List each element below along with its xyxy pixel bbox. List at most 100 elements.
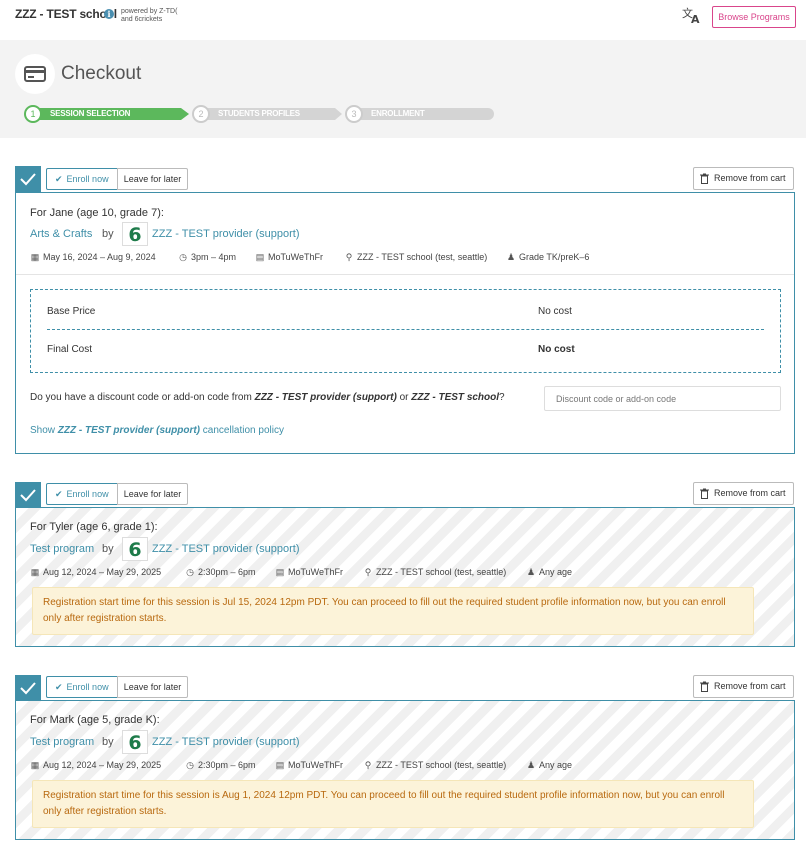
credit-card-icon: [24, 66, 46, 82]
calendar-check-icon: ▤: [255, 252, 265, 262]
provider-logo-glyph: 6: [128, 539, 142, 561]
student-name: Jane: [49, 207, 74, 219]
session-3-card: For Mark (age 5, grade K): Test program …: [15, 700, 795, 840]
session-1-select-checkbox[interactable]: [15, 166, 41, 192]
by-label: by: [102, 736, 114, 748]
powered-line-1: powered by Z-TD(: [121, 8, 178, 15]
discount-q-prefix: Do you have a discount code or add-on co…: [30, 392, 255, 403]
session-time: ◷ 2:30pm – 6pm: [185, 567, 255, 578]
session-2-card: For Tyler (age 6, grade 1): Test program…: [15, 507, 795, 647]
checkout-header: [0, 40, 806, 138]
svg-text:A: A: [691, 13, 700, 24]
provider-logo-glyph: 6: [128, 732, 142, 754]
session-days: ▤ MoTuWeThFr: [275, 567, 343, 578]
provider-logo[interactable]: 6: [122, 537, 148, 561]
session-time-text: 2:30pm – 6pm: [198, 760, 256, 770]
enroll-now-label: Enroll now: [66, 489, 109, 499]
translate-icon[interactable]: 文 A: [681, 6, 703, 24]
top-bar: ZZZ - TEST school i powered by Z-TD( and…: [0, 0, 806, 40]
discount-q-or: or: [396, 392, 412, 403]
session-dates-text: Aug 12, 2024 – May 29, 2025: [43, 760, 162, 770]
checkmark-icon: [20, 173, 36, 186]
student-detail: (age 6, grade 1):: [73, 521, 158, 533]
session-1-enroll-now-button[interactable]: ✔ Enroll now: [46, 168, 118, 190]
student-name: Tyler: [49, 521, 74, 533]
session-2-enroll-now-button[interactable]: ✔ Enroll now: [46, 483, 118, 505]
step-2-label: STUDENTS PROFILES: [206, 108, 335, 120]
step-1-label: SESSION SELECTION: [38, 108, 181, 120]
session-1-provider-link[interactable]: ZZZ - TEST provider (support): [152, 228, 300, 240]
price-summary: Base Price No cost Final Cost No cost: [30, 289, 781, 373]
discount-code-input[interactable]: [544, 386, 781, 411]
cancellation-policy-link[interactable]: Show ZZZ - TEST provider (support) cance…: [30, 425, 284, 436]
session-1-program-link[interactable]: Arts & Crafts: [30, 228, 92, 240]
remove-from-cart-label: Remove from cart: [714, 488, 786, 498]
step-1-arrow: [181, 108, 189, 120]
session-days-text: MoTuWeThFr: [268, 252, 324, 262]
session-2-student-line: For Tyler (age 6, grade 1):: [30, 521, 158, 533]
session-3-program-link[interactable]: Test program: [30, 736, 94, 748]
session-2-leave-for-later-button[interactable]: Leave for later: [117, 483, 188, 505]
session-dates: ▦ Aug 12, 2024 – May 29, 2025: [30, 760, 161, 771]
step-3-label: ENROLLMENT: [359, 108, 494, 120]
calendar-icon: ▦: [30, 567, 40, 577]
session-2-remove-from-cart-button[interactable]: Remove from cart: [693, 482, 794, 505]
session-1-card: For Jane (age 10, grade 7): Arts & Craft…: [15, 192, 795, 454]
base-price-label: Base Price: [47, 306, 96, 317]
provider-logo[interactable]: 6: [122, 222, 148, 246]
session-grade: ♟ Any age: [526, 760, 572, 771]
calendar-check-icon: ▤: [275, 567, 285, 577]
session-time: ◷ 2:30pm – 6pm: [185, 760, 256, 771]
browse-programs-button[interactable]: Browse Programs: [712, 6, 796, 28]
student-detail: (age 5, grade K):: [74, 714, 160, 726]
check-icon: ✔: [55, 682, 63, 692]
discount-q-provider: ZZZ - TEST provider (support): [254, 392, 397, 403]
session-1-student-line: For Jane (age 10, grade 7):: [30, 207, 164, 219]
price-separator: [47, 329, 764, 330]
check-icon: ✔: [55, 489, 63, 499]
session-grade: ♟ Grade TK/preK–6: [506, 252, 589, 263]
provider-logo[interactable]: 6: [122, 730, 148, 754]
child-icon: ♟: [526, 567, 536, 577]
session-1-leave-for-later-button[interactable]: Leave for later: [117, 168, 188, 190]
credit-card-icon-wrap: [15, 54, 55, 94]
session-location: ⚲ ZZZ - TEST school (test, seattle): [344, 252, 488, 263]
session-3-select-checkbox[interactable]: [15, 675, 41, 701]
map-pin-icon: ⚲: [345, 252, 353, 262]
registration-notice: Registration start time for this session…: [32, 780, 754, 828]
calendar-check-icon: ▤: [275, 760, 285, 770]
registration-notice: Registration start time for this session…: [32, 587, 754, 635]
session-location-text: ZZZ - TEST school (test, seattle): [357, 252, 488, 262]
child-icon: ♟: [526, 760, 536, 770]
session-dates: ▦ Aug 12, 2024 – May 29, 2025: [30, 567, 161, 578]
final-cost-label: Final Cost: [47, 344, 93, 355]
session-3-provider-link[interactable]: ZZZ - TEST provider (support): [152, 736, 300, 748]
session-days-text: MoTuWeThFr: [288, 760, 344, 770]
final-cost-value: No cost: [538, 344, 575, 355]
enroll-now-label: Enroll now: [66, 682, 109, 692]
session-days-text: MoTuWeThFr: [288, 567, 344, 577]
session-2-provider-link[interactable]: ZZZ - TEST provider (support): [152, 543, 300, 555]
cancel-suffix: cancellation policy: [200, 425, 284, 436]
for-prefix: For: [30, 207, 50, 219]
session-2-select-checkbox[interactable]: [15, 482, 41, 508]
discount-q-suffix: ?: [499, 392, 505, 403]
for-prefix: For: [30, 521, 50, 533]
step-2-arrow: [335, 108, 342, 120]
by-label: by: [102, 543, 114, 555]
session-days: ▤ MoTuWeThFr: [275, 760, 343, 771]
trash-icon: [700, 681, 709, 692]
trash-icon: [700, 173, 709, 184]
clock-icon: ◷: [186, 760, 194, 770]
school-name[interactable]: ZZZ - TEST school: [15, 7, 117, 21]
checkmark-icon: [20, 489, 36, 502]
session-2-program-link[interactable]: Test program: [30, 543, 94, 555]
session-3-leave-for-later-button[interactable]: Leave for later: [117, 676, 188, 698]
calendar-icon: ▦: [30, 252, 40, 262]
student-name: Mark: [49, 714, 75, 726]
session-1-remove-from-cart-button[interactable]: Remove from cart: [693, 167, 794, 190]
session-3-remove-from-cart-button[interactable]: Remove from cart: [693, 675, 794, 698]
session-grade-text: Any age: [539, 760, 573, 770]
session-3-enroll-now-button[interactable]: ✔ Enroll now: [46, 676, 118, 698]
info-icon[interactable]: i: [104, 9, 114, 19]
